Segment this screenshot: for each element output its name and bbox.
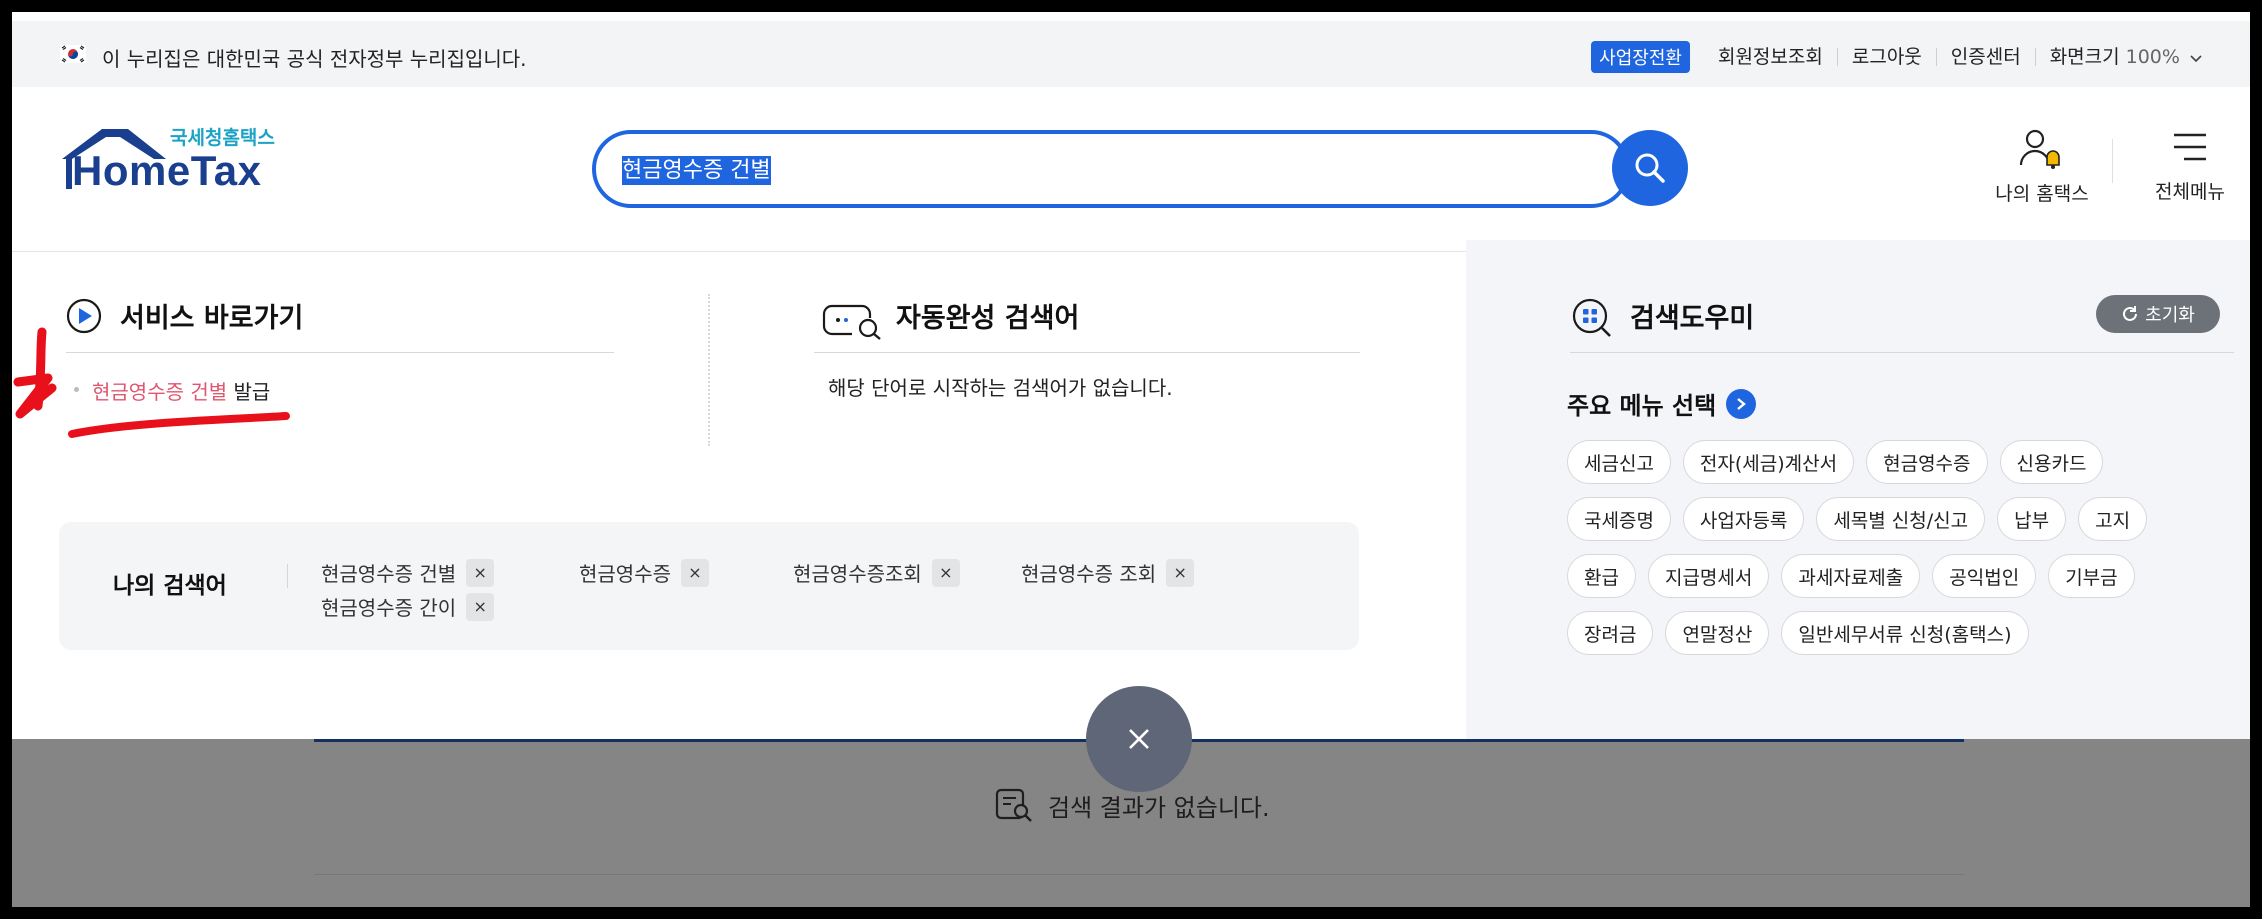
remove-keyword-button[interactable]: × (681, 558, 709, 587)
keyword-text: 현금영수증 조회 (1021, 562, 1157, 586)
reset-button[interactable]: 초기화 (2096, 295, 2220, 333)
remove-keyword-button[interactable]: × (466, 592, 495, 621)
service-link-rest: 발급 (227, 380, 271, 404)
close-icon (1129, 729, 1149, 749)
remove-keyword-button[interactable]: × (931, 558, 960, 587)
cert-center-link[interactable]: 인증센터 (1935, 48, 2035, 67)
keyword-chip[interactable]: 현금영수증 조회 × (1021, 558, 1195, 587)
search-box: 현금영수증 건별 (592, 130, 1630, 208)
autocomplete-divider (814, 352, 1360, 353)
all-menu-button[interactable]: 전체메뉴 (2140, 127, 2240, 204)
menu-chip-list: 세금신고 전자(세금)계산서 현금영수증 신용카드 국세증명 사업자등록 세목별… (1567, 440, 2227, 668)
chip-row: 세금신고 전자(세금)계산서 현금영수증 신용카드 (1567, 440, 2227, 484)
member-info-link[interactable]: 회원정보조회 (1704, 48, 1837, 67)
biz-switch-button[interactable]: 사업장전환 (1591, 41, 1690, 73)
remove-keyword-button[interactable]: × (1166, 558, 1195, 587)
results-bottom-rule (314, 874, 1964, 875)
refresh-icon (2123, 306, 2138, 321)
chevron-right-icon (1726, 388, 1757, 419)
menu-chip[interactable]: 세금신고 (1567, 440, 1671, 484)
keyword-chip[interactable]: 현금영수증 × (579, 558, 709, 587)
chip-row: 장려금 연말정산 일반세무서류 신청(홈택스) (1567, 611, 2227, 655)
menu-chip[interactable]: 지급명세서 (1647, 554, 1770, 598)
keyword-chip[interactable]: 현금영수증 간이 × (321, 592, 495, 621)
keyword-text: 현금영수증 간이 (321, 596, 457, 620)
helper-divider (1570, 352, 2234, 353)
menu-chip[interactable]: 환급 (1567, 554, 1636, 598)
logo-subtitle: 국세청홈택스 (170, 127, 275, 149)
service-shortcut-title: 서비스 바로가기 (120, 303, 304, 334)
main-menu-select[interactable]: 주요 메뉴 선택 (1567, 386, 1757, 421)
menu-chip[interactable]: 전자(세금)계산서 (1682, 440, 1855, 484)
my-search-divider (287, 564, 288, 588)
menu-chip[interactable]: 일반세무서류 신청(홈택스) (1781, 611, 2029, 655)
hamburger-menu-icon (2174, 133, 2206, 161)
search-helper-title: 검색도우미 (1630, 303, 1755, 334)
keyword-chip[interactable]: 현금영수증조회 × (793, 558, 960, 587)
no-result-message: 검색 결과가 없습니다. (994, 787, 1270, 823)
bullet-dot (74, 387, 79, 392)
main-menu-label: 주요 메뉴 선택 (1567, 392, 1717, 420)
logo-wordmark: HomeTax (72, 147, 262, 194)
zoom-value: 100% (2125, 46, 2180, 68)
my-search-title: 나의 검색어 (113, 573, 227, 599)
autocomplete-empty-message: 해당 단어로 시작하는 검색어가 없습니다. (828, 376, 1173, 400)
gov-notice-text: 이 누리집은 대한민국 공식 전자정부 누리집입니다. (102, 47, 527, 71)
browser-viewport: 이 누리집은 대한민국 공식 전자정부 누리집입니다. 사업장전환 회원정보조회… (12, 12, 2250, 907)
column-divider (708, 294, 710, 446)
service-link-highlight: 현금영수증 건별 (92, 380, 228, 404)
grid-search-icon (1572, 298, 1611, 337)
user-bell-icon (2019, 129, 2060, 169)
my-hometax-button[interactable]: 나의 홈택스 (1987, 127, 2097, 206)
menu-chip[interactable]: 세목별 신청/신고 (1816, 497, 1986, 541)
site-header: 국세청홈택스 HomeTax 현금영수증 건별 나의 홈택스 전체메뉴 (12, 87, 2250, 252)
zoom-label: 화면크기 (2049, 46, 2120, 68)
menu-chip[interactable]: 국세증명 (1567, 497, 1671, 541)
menu-chip[interactable]: 기부금 (2048, 554, 2135, 598)
logout-link[interactable]: 로그아웃 (1836, 48, 1936, 67)
chat-search-icon (822, 304, 881, 340)
document-search-icon (995, 788, 1032, 822)
chip-row: 환급 지급명세서 과세자료제출 공익법인 기부금 (1567, 554, 2227, 598)
my-search-keywords-panel: 나의 검색어 현금영수증 건별 × 현금영수증 × 현금영수증조회 × 현금영수증 조… (59, 522, 1359, 650)
menu-chip[interactable]: 납부 (1997, 497, 2067, 541)
play-circle-icon (66, 298, 102, 334)
keyword-text: 현금영수증조회 (793, 562, 922, 586)
keyword-chip[interactable]: 현금영수증 건별 × (321, 558, 495, 587)
chevron-down-icon (2190, 55, 2202, 63)
korea-flag-icon (60, 45, 86, 63)
search-input[interactable]: 현금영수증 건별 (622, 152, 1542, 186)
search-selected-text: 현금영수증 건별 (622, 156, 771, 185)
search-button[interactable] (1612, 130, 1688, 206)
autocomplete-title: 자동완성 검색어 (896, 303, 1080, 334)
chip-row: 국세증명 사업자등록 세목별 신청/신고 납부 고지 (1567, 497, 2227, 541)
service-divider (66, 352, 614, 353)
all-menu-label: 전체메뉴 (2155, 181, 2225, 203)
my-hometax-label: 나의 홈택스 (1995, 183, 2089, 205)
menu-chip[interactable]: 공익법인 (1932, 554, 2037, 598)
menu-chip[interactable]: 과세자료제출 (1781, 554, 1921, 598)
menu-chip[interactable]: 현금영수증 (1866, 440, 1988, 484)
header-divider (2112, 139, 2113, 183)
zoom-control[interactable]: 화면크기 100% (2034, 46, 2202, 68)
close-search-button[interactable] (1086, 686, 1192, 792)
keyword-text: 현금영수증 건별 (321, 562, 457, 586)
menu-chip[interactable]: 장려금 (1567, 611, 1654, 655)
menu-chip[interactable]: 사업자등록 (1682, 497, 1805, 541)
menu-chip[interactable]: 연말정산 (1665, 611, 1770, 655)
menu-chip[interactable]: 신용카드 (1999, 440, 2104, 484)
keyword-text: 현금영수증 (579, 562, 671, 586)
gov-notice-bar: 이 누리집은 대한민국 공식 전자정부 누리집입니다. 사업장전환 회원정보조회… (12, 21, 2250, 87)
service-shortcut-link[interactable]: 현금영수증 건별 발급 (92, 376, 270, 405)
menu-chip[interactable]: 고지 (2078, 497, 2148, 541)
top-utility-links: 사업장전환 회원정보조회 로그아웃 인증센터 화면크기 100% (1591, 41, 2202, 73)
remove-keyword-button[interactable]: × (466, 558, 495, 587)
no-result-text: 검색 결과가 없습니다. (1048, 793, 1270, 822)
reset-label: 초기화 (2145, 305, 2195, 326)
search-icon (1635, 153, 1665, 183)
